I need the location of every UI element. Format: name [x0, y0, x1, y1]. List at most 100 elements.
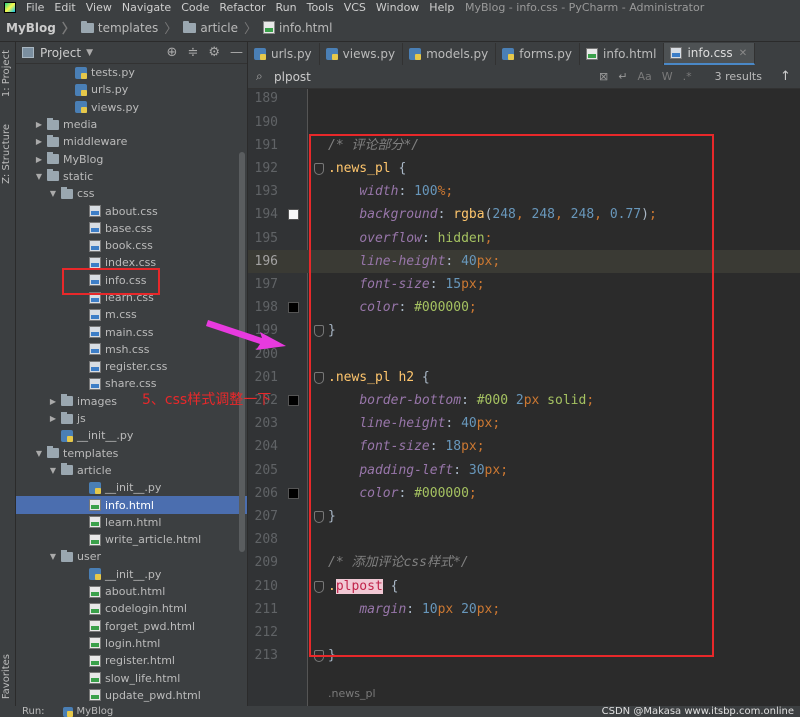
match-case-option[interactable]: Aa — [637, 70, 651, 83]
favorites-tool-tab[interactable]: Favorites — [1, 654, 12, 699]
editor-tab[interactable]: urls.py — [248, 43, 320, 65]
tree-item[interactable]: ▶__init__.py — [16, 479, 247, 496]
code-line[interactable]: 189 — [248, 89, 800, 111]
tree-item[interactable]: ▶learn.html — [16, 514, 247, 531]
py-file-icon — [75, 83, 87, 96]
tree-item[interactable]: ▼ user — [16, 548, 247, 565]
chevron-right-icon[interactable]: ▶ — [34, 155, 44, 164]
tree-item[interactable]: ▶base.css — [16, 220, 247, 237]
structure-tool-tab[interactable]: Z: Structure — [1, 124, 12, 184]
editor-tab[interactable]: forms.py — [496, 43, 581, 65]
new-line-icon[interactable]: ↵ — [618, 70, 627, 83]
tree-item[interactable]: ▶about.html — [16, 583, 247, 600]
clear-search-icon[interactable]: ⊠ — [599, 70, 608, 83]
tree-item[interactable]: ▶views.py — [16, 99, 247, 116]
tree-item[interactable]: ▼ templates — [16, 445, 247, 462]
tree-item[interactable]: ▶ middleware — [16, 133, 247, 150]
code-line[interactable]: 190 — [248, 111, 800, 134]
chevron-right-icon[interactable]: ▶ — [48, 414, 58, 423]
watermark: CSDN @Makasa www.itsbp.com.online — [601, 706, 794, 717]
menu-code[interactable]: Code — [177, 1, 215, 14]
menu-edit[interactable]: Edit — [50, 1, 81, 14]
line-number: 204 — [254, 439, 278, 455]
tree-item-label: learn.html — [105, 515, 162, 529]
tree-item[interactable]: ▶update_pwd.html — [16, 687, 247, 704]
editor-breadcrumb[interactable]: .news_pl — [328, 687, 376, 700]
editor-tab[interactable]: info.html — [580, 43, 665, 65]
menu-tools[interactable]: Tools — [303, 1, 340, 14]
chevron-right-icon[interactable]: ▶ — [34, 120, 44, 129]
tree-item[interactable]: ▶about.css — [16, 202, 247, 219]
annotation-text: 5、css样式调整一下 — [142, 392, 272, 408]
tree-item[interactable]: ▶urls.py — [16, 81, 247, 98]
tree-item[interactable]: ▶info.html — [16, 496, 247, 514]
line-number: 205 — [254, 462, 278, 478]
chevron-down-icon[interactable]: ▼ — [48, 466, 58, 475]
menu-refactor[interactable]: Refactor — [215, 1, 271, 14]
tree-item[interactable]: ▼ css — [16, 185, 247, 202]
tree-item[interactable]: ▶login.html — [16, 635, 247, 652]
menu-file[interactable]: File — [22, 1, 50, 14]
line-number: 207 — [254, 509, 278, 524]
tree-item[interactable]: ▶slow_life.html — [16, 669, 247, 686]
run-label[interactable]: Run: — [22, 706, 45, 717]
line-number: 195 — [254, 230, 278, 246]
chevron-right-icon[interactable]: ▶ — [34, 137, 44, 146]
menu-vcs[interactable]: VCS — [340, 1, 372, 14]
chevron-down-icon[interactable]: ▼ — [48, 552, 58, 561]
search-input[interactable] — [274, 67, 594, 86]
tree-item[interactable]: ▶write_article.html — [16, 531, 247, 548]
tree-item[interactable]: ▼ article — [16, 462, 247, 479]
tree-item[interactable]: ▶__init__.py — [16, 566, 247, 583]
breadcrumb-project[interactable]: MyBlog 〉 — [0, 18, 75, 38]
previous-occurrence-icon[interactable]: ↑ — [780, 69, 791, 84]
regex-option[interactable]: .* — [683, 70, 692, 83]
color-swatch-icon[interactable] — [288, 395, 299, 406]
collapse-all-icon[interactable]: ≑ — [187, 45, 198, 60]
breadcrumb-article[interactable]: article 〉 — [177, 18, 257, 37]
editor-tab[interactable]: views.py — [320, 43, 404, 65]
chevron-down-icon[interactable]: ▼ — [86, 48, 93, 58]
chevron-right-icon[interactable]: ▶ — [48, 397, 58, 406]
tree-item[interactable]: ▶register.html — [16, 652, 247, 669]
tree-item[interactable]: ▶forget_pwd.html — [16, 618, 247, 635]
chevron-down-icon[interactable]: ▼ — [48, 189, 58, 198]
menu-help[interactable]: Help — [425, 1, 460, 14]
tree-item[interactable]: ▶ media — [16, 116, 247, 133]
py-file-icon — [502, 48, 515, 60]
tree-item[interactable]: ▶tests.py — [16, 64, 247, 81]
folder-icon — [183, 20, 197, 33]
whole-words-option[interactable]: W — [662, 70, 673, 83]
tree-item-label: base.css — [105, 221, 153, 235]
project-tool-tab[interactable]: 1: Project — [1, 50, 12, 97]
close-icon[interactable]: ✕ — [739, 48, 747, 59]
search-icon[interactable]: ⌕ — [256, 69, 270, 84]
color-swatch-icon[interactable] — [288, 487, 299, 499]
tree-item[interactable]: ▶register.css — [16, 358, 247, 375]
tree-item[interactable]: ▶__init__.py — [16, 427, 247, 444]
menu-view[interactable]: View — [82, 1, 118, 14]
gear-icon[interactable]: ⚙ — [208, 45, 220, 60]
editor-tab[interactable]: info.css ✕ — [664, 43, 756, 65]
editor-tab[interactable]: models.py — [403, 43, 497, 65]
tree-item-label: m.css — [105, 308, 137, 322]
tree-item[interactable]: ▶ js — [16, 410, 247, 427]
breadcrumb-file[interactable]: info.html — [257, 21, 332, 35]
project-panel-title[interactable]: Project — [40, 46, 81, 60]
hide-panel-icon[interactable]: — — [230, 45, 243, 60]
color-swatch-icon[interactable] — [288, 209, 299, 221]
chevron-down-icon[interactable]: ▼ — [34, 449, 44, 458]
tree-item-label: __init__.py — [105, 481, 162, 495]
tree-item[interactable]: ▶book.css — [16, 237, 247, 254]
tree-item[interactable]: ▶codelogin.html — [16, 600, 247, 617]
tree-item[interactable]: ▼ static — [16, 168, 247, 185]
menu-window[interactable]: Window — [372, 1, 425, 14]
run-config-tab[interactable]: MyBlog — [62, 706, 113, 717]
tree-item[interactable]: ▶ MyBlog — [16, 150, 247, 167]
breadcrumb-templates[interactable]: templates 〉 — [75, 18, 177, 37]
line-number: 209 — [254, 555, 278, 571]
chevron-down-icon[interactable]: ▼ — [34, 172, 44, 181]
locate-target-icon[interactable]: ⊕ — [167, 45, 178, 60]
menu-run[interactable]: Run — [272, 1, 303, 14]
menu-navigate[interactable]: Navigate — [118, 1, 177, 14]
